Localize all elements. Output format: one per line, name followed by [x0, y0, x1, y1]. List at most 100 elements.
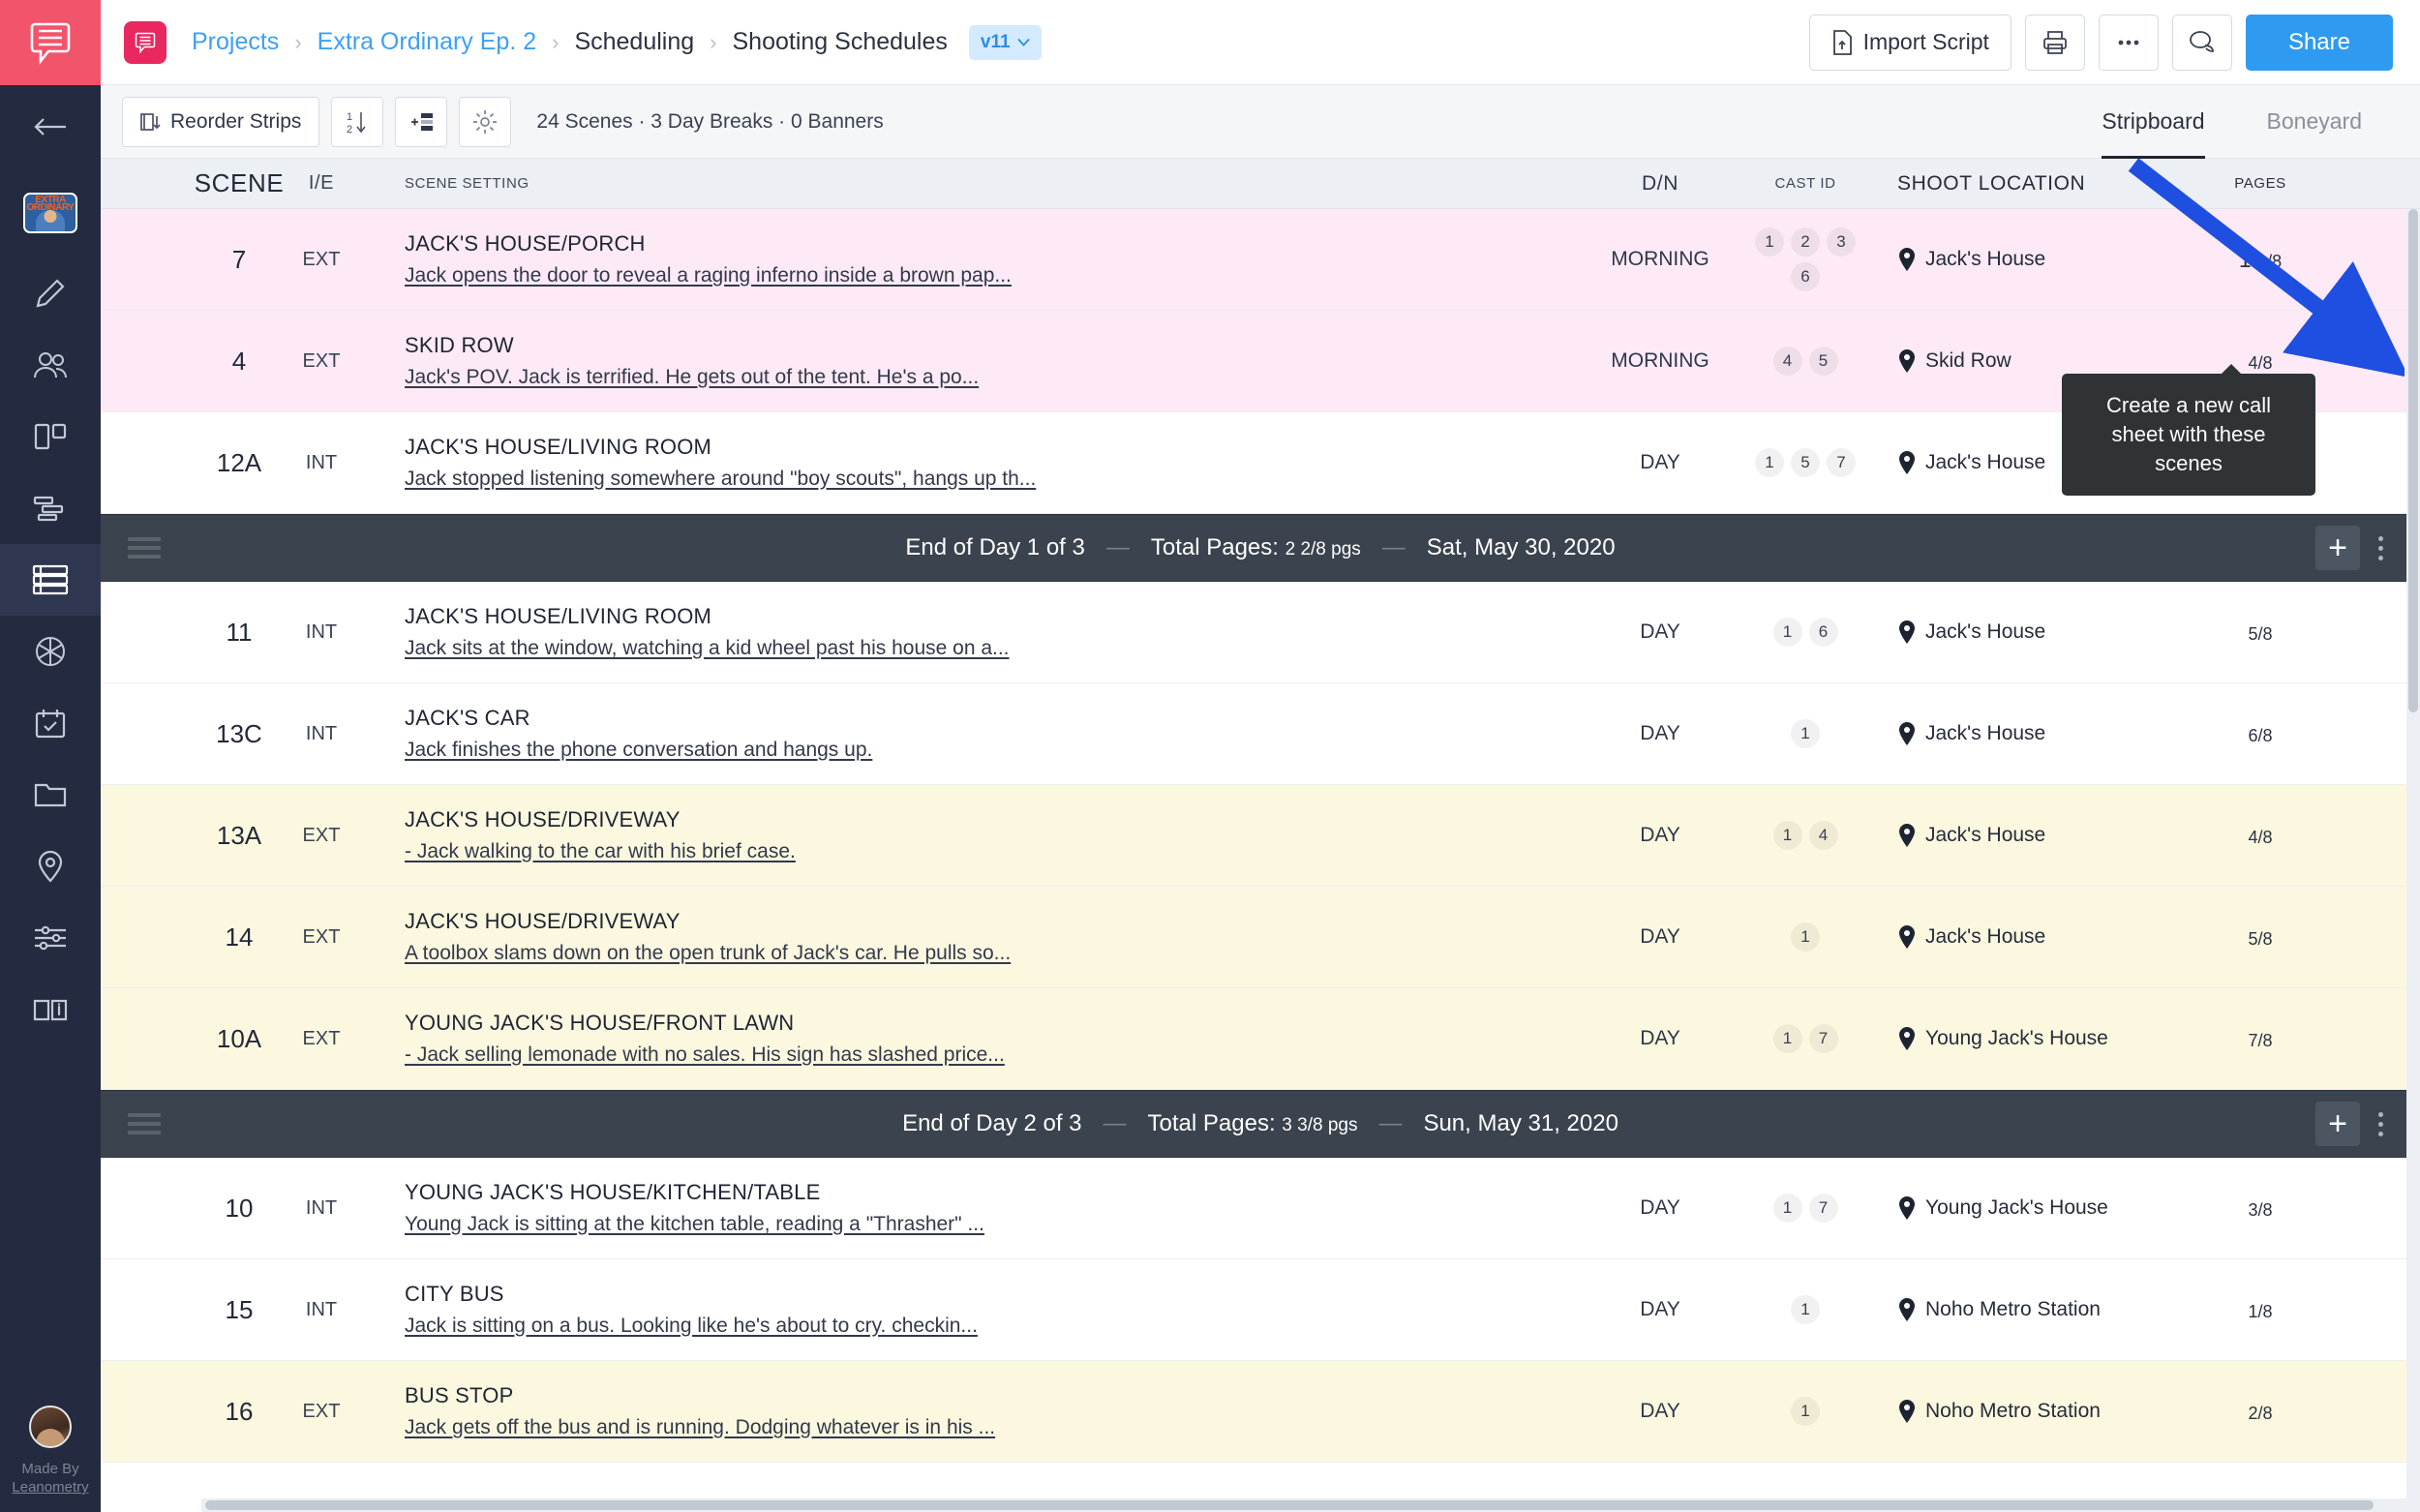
sidebar-item-files[interactable] — [0, 759, 101, 831]
strip-settings-button[interactable] — [459, 96, 512, 147]
sort-button[interactable]: 1 2 — [331, 96, 384, 147]
scene-description[interactable]: Jack gets off the bus and is running. Do… — [405, 1416, 1588, 1439]
cast-id-chip[interactable]: 1 — [1772, 1024, 1802, 1053]
sidebar-item-contacts[interactable] — [0, 329, 101, 401]
create-call-sheet-button[interactable]: + — [2315, 526, 2360, 570]
create-call-sheet-button[interactable]: + — [2315, 1102, 2360, 1146]
version-label: v11 — [980, 31, 1011, 52]
scene-strip-row[interactable]: 7 EXT JACK'S HOUSE/PORCH Jack opens the doo… — [101, 209, 2420, 311]
project-badge-icon[interactable] — [124, 20, 166, 64]
cast-id-chip[interactable]: 6 — [1808, 618, 1838, 647]
sidebar-item-schedule[interactable] — [0, 472, 101, 544]
share-button[interactable]: Share — [2245, 14, 2393, 71]
cast-id-chip[interactable]: 7 — [1827, 448, 1856, 477]
scene-description[interactable]: Jack stopped listening somewhere around … — [405, 468, 1588, 491]
cast-id-chip[interactable]: 6 — [1791, 262, 1820, 291]
cast-id-chip[interactable]: 1 — [1755, 448, 1784, 477]
scene-strip-row[interactable]: 10 INT YOUNG JACK'S HOUSE/KITCHEN/TABLE You… — [101, 1158, 2420, 1259]
tab-stripboard[interactable]: Stripboard — [2071, 85, 2235, 159]
scene-pages: 5/8 — [2248, 928, 2273, 949]
comments-button[interactable] — [2171, 14, 2232, 71]
vertical-scrollbar-thumb[interactable] — [2408, 209, 2418, 712]
day-break-row[interactable]: End of Day 1 of 3 — Total Pages: 2 2/8 pgs… — [101, 514, 2420, 582]
cast-id-chip[interactable]: 1 — [1755, 227, 1784, 257]
made-by-line2[interactable]: Leanometry — [12, 1479, 88, 1496]
day-break-more-button[interactable] — [2364, 526, 2397, 570]
print-button[interactable] — [2024, 14, 2085, 71]
import-script-button[interactable]: Import Script — [1808, 14, 2012, 71]
sidebar-item-shotlists[interactable] — [0, 616, 101, 687]
sidebar-item-locations[interactable] — [0, 831, 101, 902]
scene-strip-row[interactable]: 13C INT JACK'S CAR Jack finishes the phone … — [101, 683, 2420, 785]
day-break-more-button[interactable] — [2364, 1102, 2397, 1146]
day-break-row[interactable]: End of Day 2 of 3 — Total Pages: 3 3/8 pgs… — [101, 1090, 2420, 1158]
cast-id-chip[interactable]: 1 — [1791, 1295, 1820, 1324]
sidebar-item-callsheets[interactable] — [0, 687, 101, 759]
scene-number: 13C — [216, 718, 262, 748]
horizontal-scrollbar-thumb[interactable] — [205, 1500, 2374, 1510]
cast-id-chip[interactable]: 4 — [1772, 347, 1802, 376]
scene-strip-row[interactable]: 14 EXT JACK'S HOUSE/DRIVEWAY A toolbox slam… — [101, 887, 2420, 988]
scene-shoot-location-label: Skid Row — [1925, 349, 2012, 372]
app-logo[interactable] — [0, 0, 101, 85]
breadcrumb-item-project[interactable]: Extra Ordinary Ep. 2 — [314, 28, 540, 56]
scene-number: 7 — [231, 244, 247, 274]
breadcrumb-separator: › — [552, 29, 560, 54]
tab-boneyard[interactable]: Boneyard — [2236, 85, 2393, 159]
cast-id-chip[interactable]: 1 — [1791, 1397, 1820, 1426]
sidebar-item-back[interactable] — [0, 85, 101, 168]
cast-id-chip[interactable]: 1 — [1772, 1194, 1802, 1223]
scene-pages: 1/8 — [2248, 1301, 2273, 1321]
scene-description[interactable]: Jack finishes the phone conversation and… — [405, 739, 1588, 762]
scene-cast-ids: 1236 — [1733, 227, 1878, 291]
scene-strip-row[interactable]: 13A EXT JACK'S HOUSE/DRIVEWAY - Jack walkin… — [101, 785, 2420, 887]
avatar[interactable] — [29, 1406, 72, 1448]
sidebar-item-settings[interactable] — [0, 902, 101, 974]
cast-id-chip[interactable]: 4 — [1808, 821, 1838, 850]
more-options-button[interactable] — [2098, 14, 2159, 71]
scene-description[interactable]: Jack's POV. Jack is terrified. He gets o… — [405, 366, 1588, 389]
scene-day-night: DAY — [1640, 722, 1680, 744]
cast-id-chip[interactable]: 7 — [1808, 1194, 1838, 1223]
cast-id-chip[interactable]: 3 — [1827, 227, 1856, 257]
vertical-scrollbar[interactable] — [2406, 209, 2420, 1512]
cast-id-chip[interactable]: 2 — [1791, 227, 1820, 257]
reorder-strips-button[interactable]: Reorder Strips — [122, 96, 320, 147]
cast-id-chip[interactable]: 5 — [1808, 347, 1838, 376]
cast-id-chip[interactable]: 7 — [1808, 1024, 1838, 1053]
drag-handle[interactable] — [128, 1111, 161, 1136]
cast-id-chip[interactable]: 1 — [1772, 618, 1802, 647]
scene-number: 16 — [225, 1396, 254, 1426]
scene-description[interactable]: Jack opens the door to reveal a raging i… — [405, 264, 1588, 287]
scene-description[interactable]: Jack is sitting on a bus. Looking like h… — [405, 1315, 1588, 1338]
sidebar-item-boards[interactable] — [0, 401, 101, 472]
scene-setting-title: JACK'S HOUSE/LIVING ROOM — [405, 604, 712, 628]
breadcrumb-item-scheduling[interactable]: Scheduling — [570, 28, 698, 56]
sidebar-item-stripboard[interactable] — [0, 544, 101, 616]
sidebar-item-project-thumbnail[interactable]: EXTRA ORDINARY — [0, 168, 101, 257]
drag-handle[interactable] — [128, 535, 161, 560]
scene-shoot-location: Skid Row — [1878, 348, 2159, 374]
horizontal-scrollbar[interactable] — [201, 1498, 2420, 1512]
sidebar-item-write[interactable] — [0, 257, 101, 329]
cast-id-chip[interactable]: 1 — [1791, 719, 1820, 748]
scene-strip-row[interactable]: 11 INT JACK'S HOUSE/LIVING ROOM Jack sits a… — [101, 582, 2420, 683]
scene-strip-row[interactable]: 10A EXT YOUNG JACK'S HOUSE/FRONT LAWN - Jac… — [101, 988, 2420, 1090]
breadcrumb-item-projects[interactable]: Projects — [188, 28, 283, 56]
scene-description[interactable]: A toolbox slams down on the open trunk o… — [405, 942, 1588, 965]
strip-toolbar: Reorder Strips 1 2 24 Scenes · 3 Day Bre… — [101, 85, 2420, 159]
map-pin-icon — [1899, 1196, 1915, 1220]
sidebar-item-help[interactable] — [0, 974, 101, 1045]
scene-description[interactable]: - Jack walking to the car with his brief… — [405, 840, 1588, 863]
scene-description[interactable]: Jack sits at the window, watching a kid … — [405, 637, 1588, 660]
version-dropdown[interactable]: v11 — [968, 24, 1042, 60]
scene-description[interactable]: Young Jack is sitting at the kitchen tab… — [405, 1213, 1588, 1236]
cast-id-chip[interactable]: 5 — [1791, 448, 1820, 477]
scene-strip-row[interactable]: 16 EXT BUS STOP Jack gets off the bus and i… — [101, 1361, 2420, 1463]
cast-id-chip[interactable]: 1 — [1791, 922, 1820, 952]
call-sheet-tooltip: Create a new call sheet with these scene… — [2062, 364, 2315, 496]
scene-strip-row[interactable]: 15 INT CITY BUS Jack is sitting on a bus. L… — [101, 1259, 2420, 1361]
cast-id-chip[interactable]: 1 — [1772, 821, 1802, 850]
scene-description[interactable]: - Jack selling lemonade with no sales. H… — [405, 1043, 1588, 1067]
add-strip-button[interactable] — [395, 96, 448, 147]
